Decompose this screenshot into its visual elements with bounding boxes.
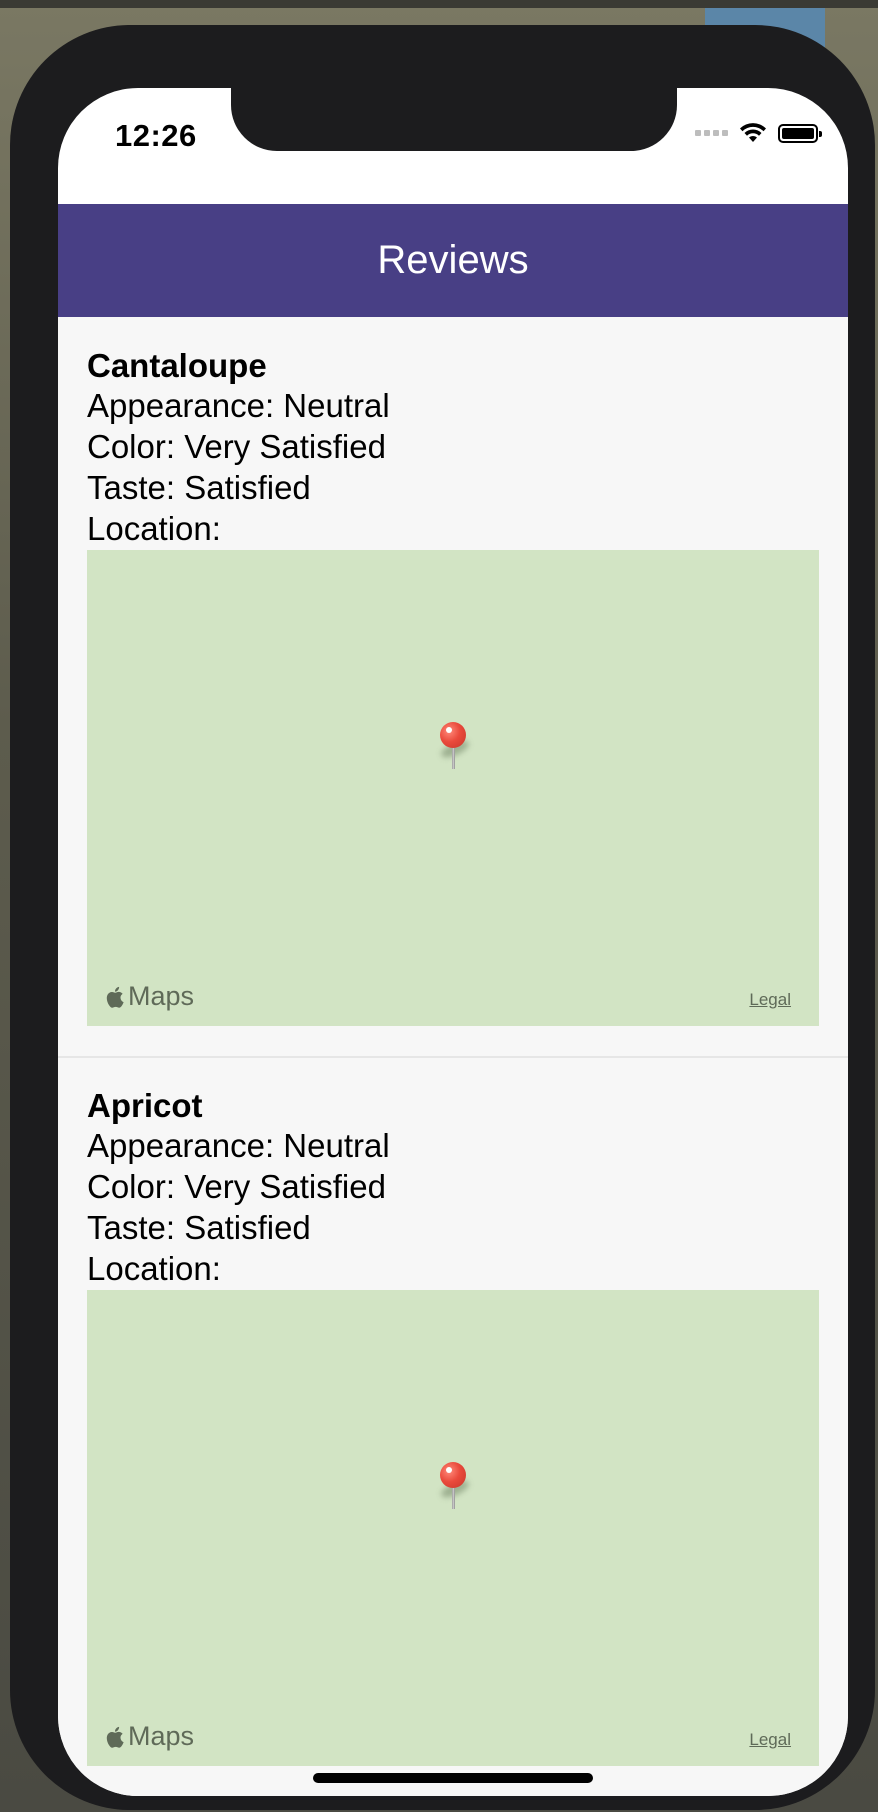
page-title: Reviews xyxy=(377,238,529,282)
review-location-label: Location: xyxy=(87,510,221,547)
row-separator xyxy=(58,1056,848,1058)
desktop-top-edge xyxy=(0,0,878,8)
review-taste: Taste: Satisfied xyxy=(87,469,311,506)
map-pin-icon[interactable] xyxy=(440,722,466,748)
phone-screen: 12:26 Reviews Cantaloupe Appearance: Neu… xyxy=(58,88,848,1796)
map-legal-link[interactable]: Legal xyxy=(749,1730,791,1750)
review-taste: Taste: Satisfied xyxy=(87,1209,311,1246)
review-fruit-name: Cantaloupe xyxy=(87,347,267,384)
maps-brand-text: Maps xyxy=(128,1721,195,1751)
home-indicator[interactable] xyxy=(313,1773,593,1783)
status-icons xyxy=(695,122,822,144)
iphone-frame: 12:26 Reviews Cantaloupe Appearance: Neu… xyxy=(10,25,875,1810)
notch xyxy=(231,88,677,151)
review-location-label: Location: xyxy=(87,1250,221,1287)
location-map[interactable]: Maps Legal xyxy=(87,550,819,1026)
map-legal-link[interactable]: Legal xyxy=(749,990,791,1010)
review-fruit-name: Apricot xyxy=(87,1087,203,1124)
apple-maps-logo: Maps xyxy=(106,1721,194,1752)
maps-brand-text: Maps xyxy=(128,981,195,1011)
navigation-bar: Reviews xyxy=(58,204,848,317)
location-map[interactable]: Maps Legal xyxy=(87,1290,819,1766)
battery-icon xyxy=(778,123,822,143)
apple-maps-logo: Maps xyxy=(106,981,194,1012)
cellular-signal-icon xyxy=(695,130,728,136)
wifi-icon xyxy=(740,123,766,142)
reviews-list[interactable]: Cantaloupe Appearance: Neutral Color: Ve… xyxy=(58,317,848,1796)
review-color: Color: Very Satisfied xyxy=(87,1168,386,1205)
apple-icon xyxy=(106,986,124,1008)
review-appearance: Appearance: Neutral xyxy=(87,387,390,424)
review-color: Color: Very Satisfied xyxy=(87,428,386,465)
status-time: 12:26 xyxy=(115,118,197,153)
map-pin-icon[interactable] xyxy=(440,1462,466,1488)
apple-icon xyxy=(106,1726,124,1748)
review-appearance: Appearance: Neutral xyxy=(87,1127,390,1164)
